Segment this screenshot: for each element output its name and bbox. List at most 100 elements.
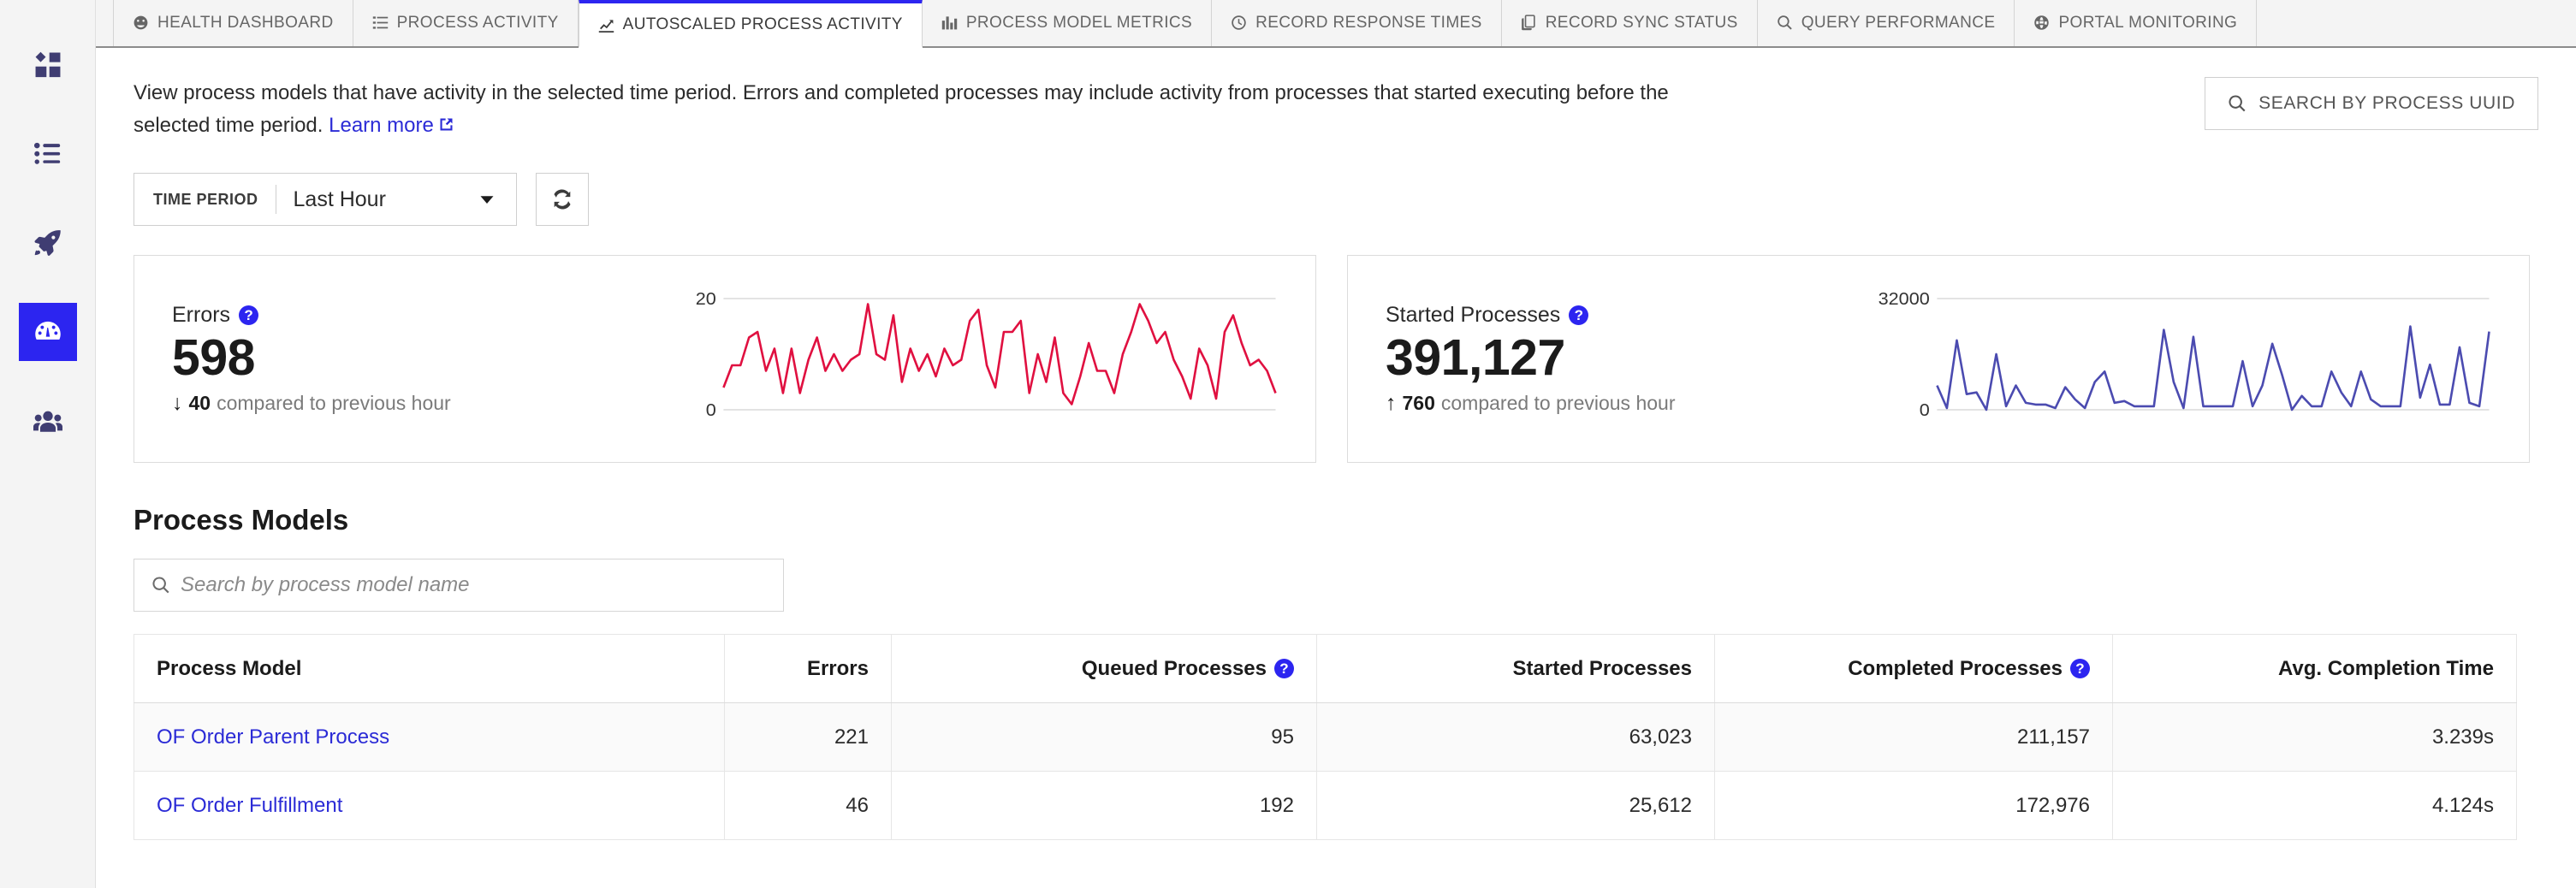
globe-icon — [2033, 15, 2050, 31]
help-icon[interactable]: ? — [2070, 659, 2090, 678]
table-row[interactable]: OF Order Fulfillment 46 192 25,612 172,9… — [134, 771, 2517, 840]
cell-completed: 211,157 — [1714, 702, 2113, 772]
column-header-completed-processes[interactable]: Completed Processes? — [1714, 634, 2113, 703]
tab-record-response-times[interactable]: RECORD RESPONSE TIMES — [1212, 0, 1502, 46]
column-header-started-processes[interactable]: Started Processes — [1316, 634, 1715, 703]
errors-card-value: 598 — [172, 329, 255, 387]
cell-started: 25,612 — [1316, 771, 1715, 840]
cell-avg-completion: 4.124s — [2112, 771, 2517, 840]
line-chart-icon — [598, 17, 614, 33]
chevron-down-icon — [478, 191, 496, 208]
started-processes-card: Started Processes ? 391,127 ↑ 760 compar… — [1347, 255, 2530, 463]
time-period-value: Last Hour — [293, 186, 386, 211]
refresh-button[interactable] — [536, 173, 589, 226]
search-icon — [1777, 15, 1793, 31]
cell-process-model: OF Order Parent Process — [134, 702, 725, 772]
column-header-queued-processes[interactable]: Queued Processes? — [891, 634, 1317, 703]
svg-text:20: 20 — [696, 289, 716, 308]
search-icon — [2228, 94, 2247, 113]
errors-card-delta-value: 40 — [188, 391, 211, 414]
time-period-dropdown[interactable]: TIME PERIOD Last Hour — [134, 173, 517, 226]
started-processes-card-delta: ↑ 760 compared to previous hour — [1386, 392, 1865, 415]
column-header-avg-completion-time[interactable]: Avg. Completion Time — [2112, 634, 2517, 703]
tab-label: QUERY PERFORMANCE — [1801, 13, 1996, 32]
tab-process-activity[interactable]: PROCESS ACTIVITY — [353, 0, 579, 46]
started-processes-sparkline: 32000 0 — [1865, 287, 2495, 432]
column-label: Errors — [806, 656, 869, 680]
cell-avg-completion: 3.239s — [2112, 702, 2517, 772]
app-root: HEALTH DASHBOARD PROCESS ACTIVITY AUTOSC… — [0, 0, 2576, 888]
arrow-down-icon: ↓ — [172, 390, 183, 415]
column-label: Avg. Completion Time — [2277, 656, 2494, 680]
help-icon[interactable]: ? — [1274, 659, 1294, 678]
sidebar-item-deploy[interactable] — [19, 214, 77, 272]
refresh-icon — [551, 188, 573, 210]
errors-card-left: Errors ? 598 ↓ 40 compared to previous h… — [172, 303, 651, 415]
main-area: HEALTH DASHBOARD PROCESS ACTIVITY AUTOSC… — [96, 0, 2576, 888]
help-icon[interactable]: ? — [239, 305, 259, 326]
search-icon — [151, 576, 170, 595]
tab-query-performance[interactable]: QUERY PERFORMANCE — [1758, 0, 2015, 46]
tab-label: HEALTH DASHBOARD — [157, 13, 334, 32]
sidebar-item-monitoring[interactable] — [18, 303, 77, 361]
column-header-process-model[interactable]: Process Model — [134, 634, 725, 703]
started-processes-card-value: 391,127 — [1386, 329, 1565, 387]
tab-label: PORTAL MONITORING — [2058, 13, 2238, 32]
process-model-search[interactable] — [134, 559, 784, 612]
svg-text:0: 0 — [706, 400, 716, 419]
column-label: Completed Processes — [1848, 656, 2063, 680]
sidebar-item-apps[interactable] — [19, 36, 77, 94]
table-row[interactable]: OF Order Parent Process 221 95 63,023 21… — [134, 702, 2517, 772]
filter-row: TIME PERIOD Last Hour — [134, 173, 2538, 226]
sidebar-item-users[interactable] — [19, 392, 77, 450]
table-header-row: Process Model Errors Queued Processes? S… — [134, 634, 2517, 703]
process-models-table: Process Model Errors Queued Processes? S… — [134, 634, 2517, 840]
cell-errors: 46 — [724, 771, 892, 840]
description-line-1: View process models that have activity i… — [134, 81, 1409, 104]
errors-card-delta-text: compared to previous hour — [217, 391, 451, 414]
search-by-process-uuid-label: SEARCH BY PROCESS UUID — [2258, 93, 2515, 113]
started-processes-card-delta-value: 760 — [1402, 391, 1435, 414]
content-area: View process models that have activity i… — [96, 48, 2576, 888]
external-link-icon[interactable] — [437, 115, 455, 133]
tab-bar: HEALTH DASHBOARD PROCESS ACTIVITY AUTOSC… — [96, 0, 2576, 48]
errors-card-title: Errors ? — [172, 303, 651, 328]
tab-autoscaled-process-activity[interactable]: AUTOSCALED PROCESS ACTIVITY — [578, 0, 923, 48]
table-header: Process Model Errors Queued Processes? S… — [134, 634, 2517, 703]
dashboard-icon — [133, 15, 149, 31]
learn-more-link[interactable]: Learn more — [329, 114, 434, 137]
cell-errors: 221 — [724, 702, 892, 772]
search-by-process-uuid-button[interactable]: SEARCH BY PROCESS UUID — [2205, 77, 2538, 130]
column-header-errors[interactable]: Errors — [724, 634, 892, 703]
column-label: Started Processes — [1512, 656, 1692, 680]
started-processes-card-title-label: Started Processes — [1386, 303, 1561, 328]
tab-label: RECORD SYNC STATUS — [1545, 13, 1738, 32]
copy-icon — [1521, 15, 1537, 31]
clock-icon — [1231, 15, 1247, 31]
errors-sparkline: 20 0 — [651, 287, 1281, 432]
tab-portal-monitoring[interactable]: PORTAL MONITORING — [2015, 0, 2258, 46]
arrow-up-icon: ↑ — [1386, 390, 1397, 415]
process-model-link[interactable]: OF Order Fulfillment — [157, 794, 342, 817]
help-icon[interactable]: ? — [1569, 305, 1589, 326]
cell-process-model: OF Order Fulfillment — [134, 771, 725, 840]
errors-card-title-label: Errors — [172, 303, 231, 328]
started-processes-card-title: Started Processes ? — [1386, 303, 1865, 328]
kpi-cards: Errors ? 598 ↓ 40 compared to previous h… — [134, 255, 2538, 463]
page-description: View process models that have activity i… — [134, 77, 1734, 142]
table-body: OF Order Parent Process 221 95 63,023 21… — [134, 702, 2517, 840]
tab-process-model-metrics[interactable]: PROCESS MODEL METRICS — [923, 0, 1213, 46]
page-title: Process Models — [134, 504, 349, 536]
process-model-link[interactable]: OF Order Parent Process — [157, 725, 389, 749]
sidebar-item-records[interactable] — [19, 125, 77, 183]
time-period-label: TIME PERIOD — [153, 190, 258, 208]
tab-label: PROCESS MODEL METRICS — [965, 13, 1193, 32]
tab-label: RECORD RESPONSE TIMES — [1255, 13, 1482, 32]
search-input[interactable] — [181, 573, 766, 597]
started-processes-card-delta-text: compared to previous hour — [1440, 391, 1676, 414]
tab-health-dashboard[interactable]: HEALTH DASHBOARD — [113, 0, 353, 46]
errors-card-delta: ↓ 40 compared to previous hour — [172, 392, 651, 415]
tab-label: PROCESS ACTIVITY — [396, 13, 559, 32]
bar-chart-icon — [941, 15, 958, 31]
tab-record-sync-status[interactable]: RECORD SYNC STATUS — [1502, 0, 1758, 46]
